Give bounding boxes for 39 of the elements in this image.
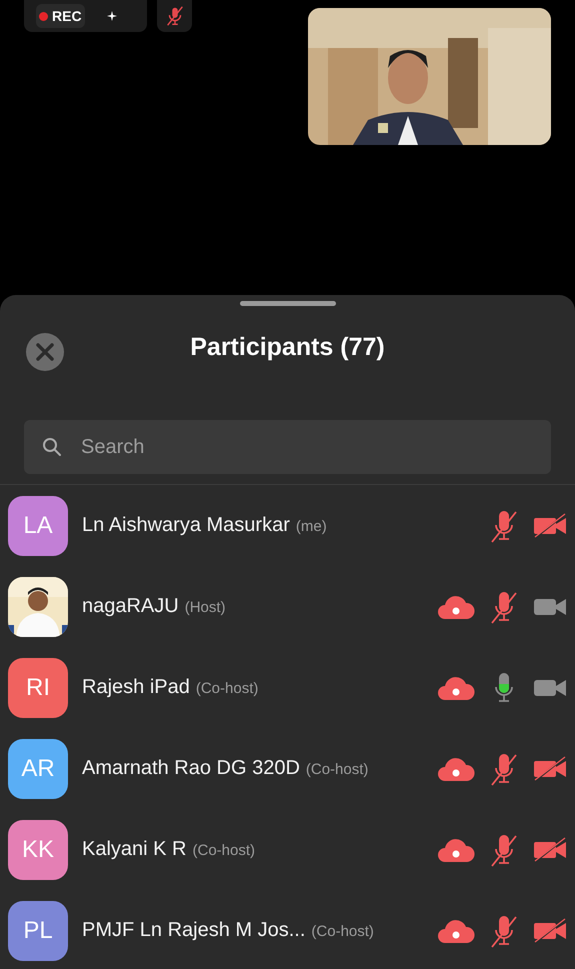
participant-row[interactable]: KK Kalyani K R (Co-host)	[0, 809, 575, 890]
close-icon[interactable]	[25, 332, 65, 372]
muted-mic-icon[interactable]	[489, 590, 519, 624]
avatar: AR	[8, 738, 68, 798]
participant-role: (Host)	[184, 599, 226, 616]
panel-title: Participants (77)	[190, 332, 385, 362]
participant-role: (Co-host)	[192, 842, 256, 859]
participant-name: Rajesh iPad	[82, 676, 190, 699]
participant-row[interactable]: PL PMJF Ln Rajesh M Jos... (Co-host)	[0, 890, 575, 969]
participant-name: PMJF Ln Rajesh M Jos...	[82, 919, 306, 942]
muted-mic-icon[interactable]	[489, 752, 519, 786]
participant-role: (me)	[296, 518, 327, 535]
muted-mic-icon[interactable]	[489, 914, 519, 948]
participant-row[interactable]: RI Rajesh iPad (Co-host)	[0, 647, 575, 728]
participant-name: nagaRAJU	[82, 595, 179, 618]
sparkle-icon[interactable]	[106, 11, 117, 21]
avatar: PL	[8, 900, 68, 960]
avatar: RI	[8, 658, 68, 718]
participant-name: Amarnath Rao DG 320D	[82, 757, 300, 780]
video-off-icon[interactable]	[533, 836, 567, 862]
muted-mic-icon[interactable]	[489, 832, 519, 866]
video-off-icon[interactable]	[533, 756, 567, 782]
participant-name: Ln Aishwarya Masurkar	[82, 514, 290, 537]
participant-row[interactable]: AR Amarnath Rao DG 320D (Co-host)	[0, 728, 575, 809]
avatar: LA	[8, 496, 68, 556]
participant-role: (Co-host)	[311, 923, 374, 940]
video-off-icon[interactable]	[533, 918, 567, 944]
participant-row[interactable]: nagaRAJU (Host)	[0, 566, 575, 647]
participant-row[interactable]: LA Ln Aishwarya Masurkar (me)	[0, 485, 575, 566]
search-icon	[42, 437, 62, 457]
participant-role: (Co-host)	[196, 680, 258, 697]
drag-handle[interactable]	[240, 301, 336, 306]
search-field[interactable]: Search	[24, 420, 551, 474]
recording-indicator[interactable]: REC	[36, 4, 85, 28]
video-off-icon[interactable]	[533, 512, 567, 538]
avatar: KK	[8, 820, 68, 880]
muted-mic-icon[interactable]	[489, 508, 519, 542]
participant-name: Kalyani K R	[82, 838, 186, 861]
participant-role: (Co-host)	[306, 761, 368, 778]
